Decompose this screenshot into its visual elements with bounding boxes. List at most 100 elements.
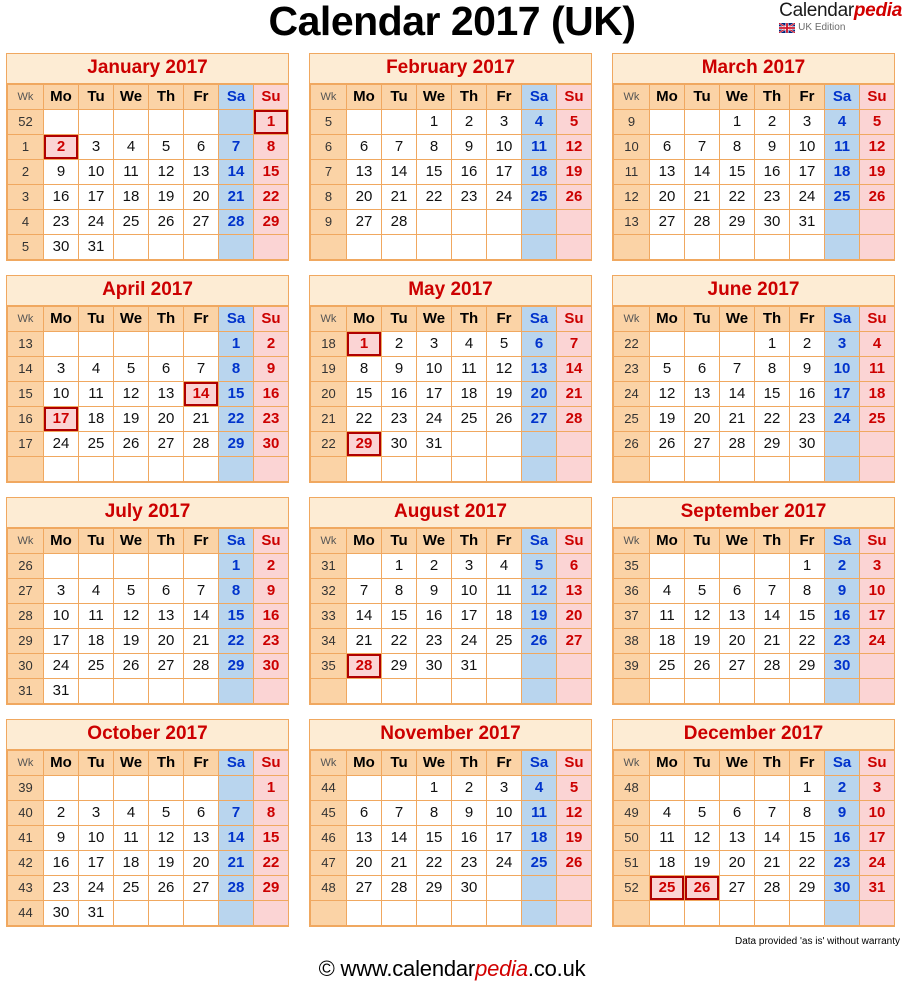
day-cell[interactable]: 27	[183, 874, 219, 901]
day-cell[interactable]: 25	[113, 874, 149, 901]
day-cell[interactable]: 17	[451, 602, 487, 629]
day-cell[interactable]: 18	[78, 405, 114, 432]
day-cell[interactable]: 13	[346, 824, 382, 851]
day-cell[interactable]: 24	[859, 627, 895, 654]
day-cell[interactable]: 10	[789, 133, 825, 160]
day-cell[interactable]: 28	[754, 652, 790, 679]
day-cell[interactable]: 5	[556, 774, 592, 801]
day-cell[interactable]: 16	[754, 158, 790, 185]
day-cell[interactable]: 26	[859, 183, 895, 210]
day-cell[interactable]: 20	[183, 849, 219, 876]
day-cell[interactable]: 26	[486, 405, 522, 432]
day-cell[interactable]: 19	[148, 849, 184, 876]
day-cell[interactable]: 21	[183, 405, 219, 432]
day-cell[interactable]: 17	[416, 380, 452, 407]
day-cell[interactable]: 21	[381, 849, 417, 876]
day-cell[interactable]: 20	[183, 183, 219, 210]
day-cell[interactable]: 12	[649, 380, 685, 407]
day-cell[interactable]: 7	[381, 133, 417, 160]
day-cell[interactable]: 12	[684, 824, 720, 851]
day-cell[interactable]: 19	[556, 824, 592, 851]
day-cell[interactable]: 2	[43, 799, 79, 826]
day-cell[interactable]: 11	[113, 158, 149, 185]
day-cell[interactable]: 9	[253, 355, 289, 382]
day-cell[interactable]: 12	[148, 158, 184, 185]
day-cell[interactable]: 4	[649, 577, 685, 604]
day-cell[interactable]: 29	[218, 430, 254, 457]
day-cell[interactable]: 17	[78, 183, 114, 210]
day-cell[interactable]: 29	[754, 430, 790, 457]
day-cell[interactable]: 3	[416, 330, 452, 357]
day-cell[interactable]: 22	[789, 849, 825, 876]
day-cell[interactable]: 8	[416, 799, 452, 826]
day-cell[interactable]: 27	[346, 208, 382, 235]
day-cell[interactable]: 27	[649, 208, 685, 235]
day-cell[interactable]: 10	[416, 355, 452, 382]
day-cell[interactable]: 8	[416, 133, 452, 160]
day-cell[interactable]: 25	[859, 405, 895, 432]
day-cell[interactable]: 23	[381, 405, 417, 432]
day-cell[interactable]: 9	[754, 133, 790, 160]
day-cell-holiday[interactable]: 29	[346, 430, 382, 457]
day-cell[interactable]: 20	[521, 380, 557, 407]
day-cell[interactable]: 16	[789, 380, 825, 407]
day-cell[interactable]: 8	[253, 133, 289, 160]
day-cell[interactable]: 22	[218, 627, 254, 654]
day-cell[interactable]: 7	[218, 799, 254, 826]
day-cell[interactable]: 30	[381, 430, 417, 457]
day-cell[interactable]: 15	[253, 824, 289, 851]
day-cell[interactable]: 4	[451, 330, 487, 357]
day-cell[interactable]: 12	[113, 380, 149, 407]
day-cell[interactable]: 17	[486, 824, 522, 851]
day-cell[interactable]: 5	[113, 355, 149, 382]
day-cell[interactable]: 1	[416, 108, 452, 135]
day-cell[interactable]: 2	[253, 330, 289, 357]
day-cell[interactable]: 3	[43, 577, 79, 604]
day-cell[interactable]: 19	[113, 405, 149, 432]
day-cell[interactable]: 13	[183, 158, 219, 185]
day-cell[interactable]: 21	[754, 849, 790, 876]
day-cell[interactable]: 28	[719, 430, 755, 457]
day-cell[interactable]: 6	[684, 355, 720, 382]
day-cell[interactable]: 2	[416, 552, 452, 579]
day-cell[interactable]: 14	[346, 602, 382, 629]
day-cell[interactable]: 16	[824, 602, 860, 629]
day-cell[interactable]: 4	[521, 108, 557, 135]
day-cell[interactable]: 15	[253, 158, 289, 185]
day-cell[interactable]: 5	[684, 577, 720, 604]
day-cell[interactable]: 19	[649, 405, 685, 432]
day-cell[interactable]: 6	[148, 577, 184, 604]
day-cell[interactable]: 31	[789, 208, 825, 235]
day-cell[interactable]: 3	[486, 108, 522, 135]
day-cell[interactable]: 7	[183, 577, 219, 604]
day-cell[interactable]: 29	[253, 874, 289, 901]
day-cell[interactable]: 14	[218, 158, 254, 185]
day-cell[interactable]: 16	[253, 380, 289, 407]
day-cell[interactable]: 20	[148, 627, 184, 654]
day-cell[interactable]: 11	[824, 133, 860, 160]
day-cell[interactable]: 9	[43, 824, 79, 851]
day-cell[interactable]: 30	[43, 233, 79, 260]
day-cell[interactable]: 28	[754, 874, 790, 901]
day-cell[interactable]: 13	[719, 602, 755, 629]
day-cell[interactable]: 20	[684, 405, 720, 432]
day-cell[interactable]: 11	[78, 602, 114, 629]
day-cell[interactable]: 22	[416, 183, 452, 210]
day-cell[interactable]: 30	[253, 430, 289, 457]
day-cell-holiday[interactable]: 1	[253, 108, 289, 135]
day-cell[interactable]: 6	[719, 577, 755, 604]
day-cell[interactable]: 9	[43, 158, 79, 185]
day-cell[interactable]: 3	[451, 552, 487, 579]
day-cell[interactable]: 24	[486, 849, 522, 876]
day-cell[interactable]: 9	[381, 355, 417, 382]
day-cell[interactable]: 27	[719, 874, 755, 901]
day-cell[interactable]: 1	[719, 108, 755, 135]
day-cell[interactable]: 19	[148, 183, 184, 210]
day-cell[interactable]: 16	[43, 183, 79, 210]
day-cell[interactable]: 6	[556, 552, 592, 579]
day-cell[interactable]: 25	[521, 849, 557, 876]
day-cell[interactable]: 8	[253, 799, 289, 826]
day-cell[interactable]: 24	[486, 183, 522, 210]
day-cell[interactable]: 17	[789, 158, 825, 185]
day-cell[interactable]: 30	[789, 430, 825, 457]
